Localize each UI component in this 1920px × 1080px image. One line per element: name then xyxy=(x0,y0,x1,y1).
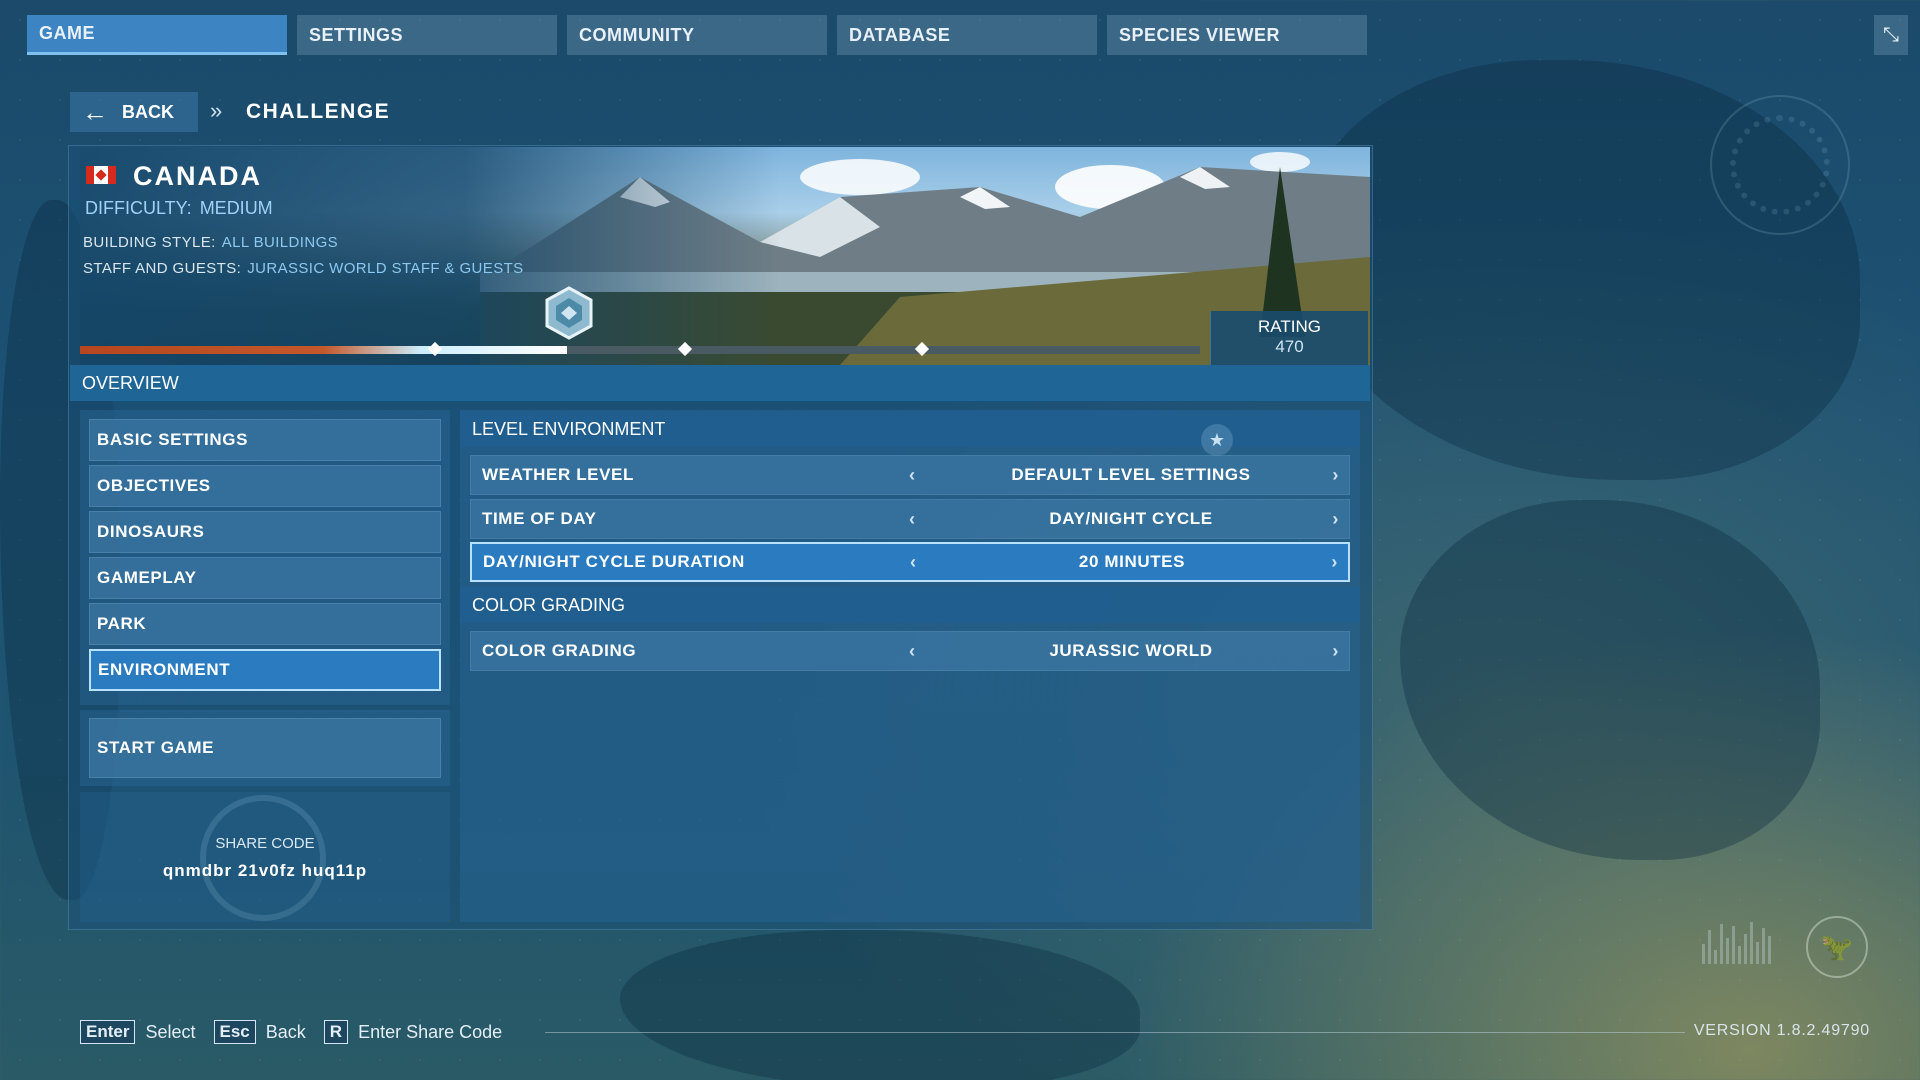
breadcrumb-separator: » xyxy=(210,98,223,123)
hint-back[interactable]: Back xyxy=(266,1022,306,1043)
setting-value: DAY/NIGHT CYCLE xyxy=(1049,509,1213,528)
building-style-label: BUILDING STYLE: xyxy=(83,234,216,251)
progress-fill xyxy=(80,346,568,354)
rating-value: 470 xyxy=(1275,337,1304,356)
canada-flag-icon xyxy=(86,166,116,184)
setting-weather-level[interactable]: WEATHER LEVEL ‹ DEFAULT LEVEL SETTINGS › xyxy=(470,455,1350,495)
chevron-left-icon[interactable]: ‹ xyxy=(909,500,916,538)
menu-item-park[interactable]: PARK xyxy=(89,603,441,645)
setting-value: 20 MINUTES xyxy=(1078,552,1186,571)
menu-item-environment[interactable]: ENVIRONMENT xyxy=(89,649,441,691)
key-esc: Esc xyxy=(213,1020,256,1044)
difficulty-label: DIFFICULTY: xyxy=(85,198,192,218)
building-style-value: ALL BUILDINGS xyxy=(221,234,339,251)
level-name: CANADA xyxy=(133,161,262,191)
menu-item-dinosaurs[interactable]: DINOSAURS xyxy=(89,511,441,553)
progress-bar xyxy=(80,346,1200,354)
favorite-star-icon[interactable]: ★ xyxy=(1201,424,1233,456)
footer-divider xyxy=(545,1032,1685,1033)
chevron-left-icon[interactable]: ‹ xyxy=(909,632,916,670)
version-label: VERSION 1.8.2.49790 xyxy=(1693,1022,1870,1039)
tab-database[interactable]: DATABASE xyxy=(837,15,1097,55)
level-banner xyxy=(80,147,1370,365)
background-map-land xyxy=(620,930,1140,1080)
menu-item-basic-settings[interactable]: BASIC SETTINGS xyxy=(89,419,441,461)
staff-value: JURASSIC WORLD STAFF & GUESTS xyxy=(247,260,524,277)
staff-and-guests: STAFF AND GUESTS: JURASSIC WORLD STAFF & … xyxy=(83,260,524,277)
chevron-right-icon[interactable]: › xyxy=(1331,544,1338,580)
page-title: CHALLENGE xyxy=(246,100,391,123)
tab-settings[interactable]: SETTINGS xyxy=(297,15,557,55)
signal-bars-decoration xyxy=(1702,920,1792,964)
difficulty: DIFFICULTY: MEDIUM xyxy=(85,198,273,219)
rating-label: RATING xyxy=(1258,317,1321,336)
back-label: BACK xyxy=(122,101,174,122)
hint-enter-share-code[interactable]: Enter Share Code xyxy=(358,1022,502,1043)
building-style: BUILDING STYLE: ALL BUILDINGS xyxy=(83,234,338,251)
rating-box: RATING 470 xyxy=(1210,311,1368,365)
setting-name: TIME OF DAY xyxy=(482,509,597,528)
footer-hints: Enter Select Esc Back R Enter Share Code xyxy=(80,1020,510,1044)
share-ring-decoration xyxy=(200,795,326,921)
overview-header: OVERVIEW xyxy=(70,365,1370,401)
top-nav: GAME SETTINGS COMMUNITY DATABASE SPECIES… xyxy=(27,15,1367,55)
setting-value: DEFAULT LEVEL SETTINGS xyxy=(1011,465,1251,484)
setting-value: JURASSIC WORLD xyxy=(1049,641,1213,660)
fingerprint-decoration-inner xyxy=(1730,115,1830,215)
key-r: R xyxy=(323,1020,349,1044)
chevron-left-icon[interactable]: ‹ xyxy=(910,544,917,580)
hint-select[interactable]: Select xyxy=(145,1022,195,1043)
setting-day-night-cycle-duration[interactable]: DAY/NIGHT CYCLE DURATION ‹ 20 MINUTES › xyxy=(470,542,1350,582)
share-code-value: qnmdbr 21v0fz huq11p xyxy=(162,861,368,880)
menu-item-gameplay[interactable]: GAMEPLAY xyxy=(89,557,441,599)
tab-species-viewer[interactable]: SPECIES VIEWER xyxy=(1107,15,1367,55)
share-code-label: SHARE CODE xyxy=(215,835,315,852)
setting-color-grading[interactable]: COLOR GRADING ‹ JURASSIC WORLD › xyxy=(470,631,1350,671)
menu-item-objectives[interactable]: OBJECTIVES xyxy=(89,465,441,507)
tab-community[interactable]: COMMUNITY xyxy=(567,15,827,55)
key-enter: Enter xyxy=(80,1020,136,1044)
chevron-right-icon[interactable]: › xyxy=(1332,632,1339,670)
back-button[interactable]: ← BACK xyxy=(70,92,198,132)
color-grading-header: COLOR GRADING xyxy=(460,587,1360,623)
tab-game[interactable]: GAME xyxy=(27,15,287,55)
chevron-right-icon[interactable]: › xyxy=(1332,456,1339,494)
close-icon: ⤡ xyxy=(1883,23,1899,46)
staff-label: STAFF AND GUESTS: xyxy=(83,260,242,277)
difficulty-value: MEDIUM xyxy=(199,198,273,218)
jurassic-world-logo-icon: 🦖 xyxy=(1806,916,1868,978)
chevron-left-icon[interactable]: ‹ xyxy=(909,456,916,494)
setting-name: COLOR GRADING xyxy=(482,641,637,660)
setting-name: WEATHER LEVEL xyxy=(482,465,634,484)
rank-badge-icon xyxy=(545,286,593,340)
background-map-land xyxy=(1400,500,1820,860)
arrow-left-icon: ← xyxy=(82,97,108,127)
start-game-button[interactable]: START GAME xyxy=(89,718,441,778)
close-button[interactable]: ⤡ xyxy=(1874,15,1908,55)
chevron-right-icon[interactable]: › xyxy=(1332,500,1339,538)
setting-time-of-day[interactable]: TIME OF DAY ‹ DAY/NIGHT CYCLE › xyxy=(470,499,1350,539)
setting-name: DAY/NIGHT CYCLE DURATION xyxy=(483,552,745,571)
